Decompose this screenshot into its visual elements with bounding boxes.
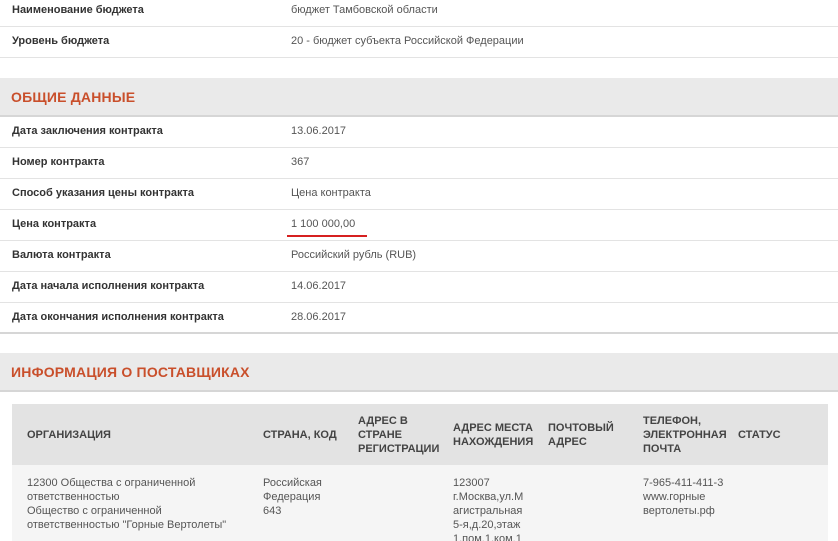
budget-level-label: Уровень бюджета [12,35,110,47]
start-date-row: Дата начала исполнения контракта 14.06.2… [0,272,838,303]
col-status: СТАТУС [738,429,781,441]
price-method-value: Цена контракта [291,187,371,199]
currency-row: Валюта контракта Российский рубль (RUB) [0,241,838,272]
currency-label: Валюта контракта [12,249,111,261]
col-location-address: АДРЕС МЕСТА НАХОЖДЕНИЯ [453,422,534,448]
table-row: 12300 Общества с ограниченной ответствен… [12,465,828,541]
contract-number-value: 367 [291,156,310,168]
start-date-value: 14.06.2017 [291,280,347,292]
col-registration-address: АДРЕС В СТРАНЕ РЕГИСТРАЦИИ [358,415,440,455]
price-method-label: Способ указания цены контракта [12,187,194,199]
end-date-value: 28.06.2017 [291,311,347,323]
col-organization: ОРГАНИЗАЦИЯ [27,429,111,441]
contract-date-label: Дата заключения контракта [12,125,163,137]
budget-name-value: бюджет Тамбовской области [291,4,438,16]
supplier-organization: 12300 Общества с ограниченной ответствен… [27,477,227,531]
suppliers-table: ОРГАНИЗАЦИЯ СТРАНА, КОД АДРЕС В СТРАНЕ Р… [12,404,828,541]
col-phone-email: ТЕЛЕФОН, ЭЛЕКТРОННАЯ ПОЧТА [643,415,727,455]
suppliers-header: ИНФОРМАЦИЯ О ПОСТАВЩИКАХ [0,353,838,392]
end-date-row: Дата окончания исполнения контракта 28.0… [0,303,838,334]
col-postal-address: ПОЧТОВЫЙ АДРЕС [548,422,614,448]
suppliers-title: ИНФОРМАЦИЯ О ПОСТАВЩИКАХ [11,364,250,380]
contract-price-row: Цена контракта 1 100 000,00 [0,210,838,241]
currency-value: Российский рубль (RUB) [291,249,417,261]
end-date-label: Дата окончания исполнения контракта [12,311,224,323]
contract-date-value: 13.06.2017 [291,125,347,137]
budget-name-label: Наименование бюджета [12,4,144,16]
supplier-location: 123007 г.Москва,ул.М агистральная 5-я,д.… [453,477,524,541]
suppliers-table-header: ОРГАНИЗАЦИЯ СТРАНА, КОД АДРЕС В СТРАНЕ Р… [12,404,828,465]
contract-price-label: Цена контракта [12,218,97,230]
contract-price-value: 1 100 000,00 [291,218,356,230]
general-data-title: ОБЩИЕ ДАННЫЕ [11,89,136,105]
budget-name-row: Наименование бюджета бюджет Тамбовской о… [0,0,838,27]
contract-date-row: Дата заключения контракта 13.06.2017 [0,117,838,148]
general-data-header: ОБЩИЕ ДАННЫЕ [0,78,838,117]
supplier-contacts: 7-965-411-411-3 www.горные вертолеты.рф [643,477,724,517]
contract-number-label: Номер контракта [12,156,105,168]
start-date-label: Дата начала исполнения контракта [12,280,205,292]
contract-number-row: Номер контракта 367 [0,148,838,179]
supplier-country: Российская Федерация 643 [263,477,322,517]
col-country: СТРАНА, КОД [263,429,337,441]
budget-level-value: 20 - бюджет субъекта Российской Федераци… [291,35,524,47]
budget-level-row: Уровень бюджета 20 - бюджет субъекта Рос… [0,27,838,58]
price-method-row: Способ указания цены контракта Цена конт… [0,179,838,210]
price-underline [287,235,367,237]
